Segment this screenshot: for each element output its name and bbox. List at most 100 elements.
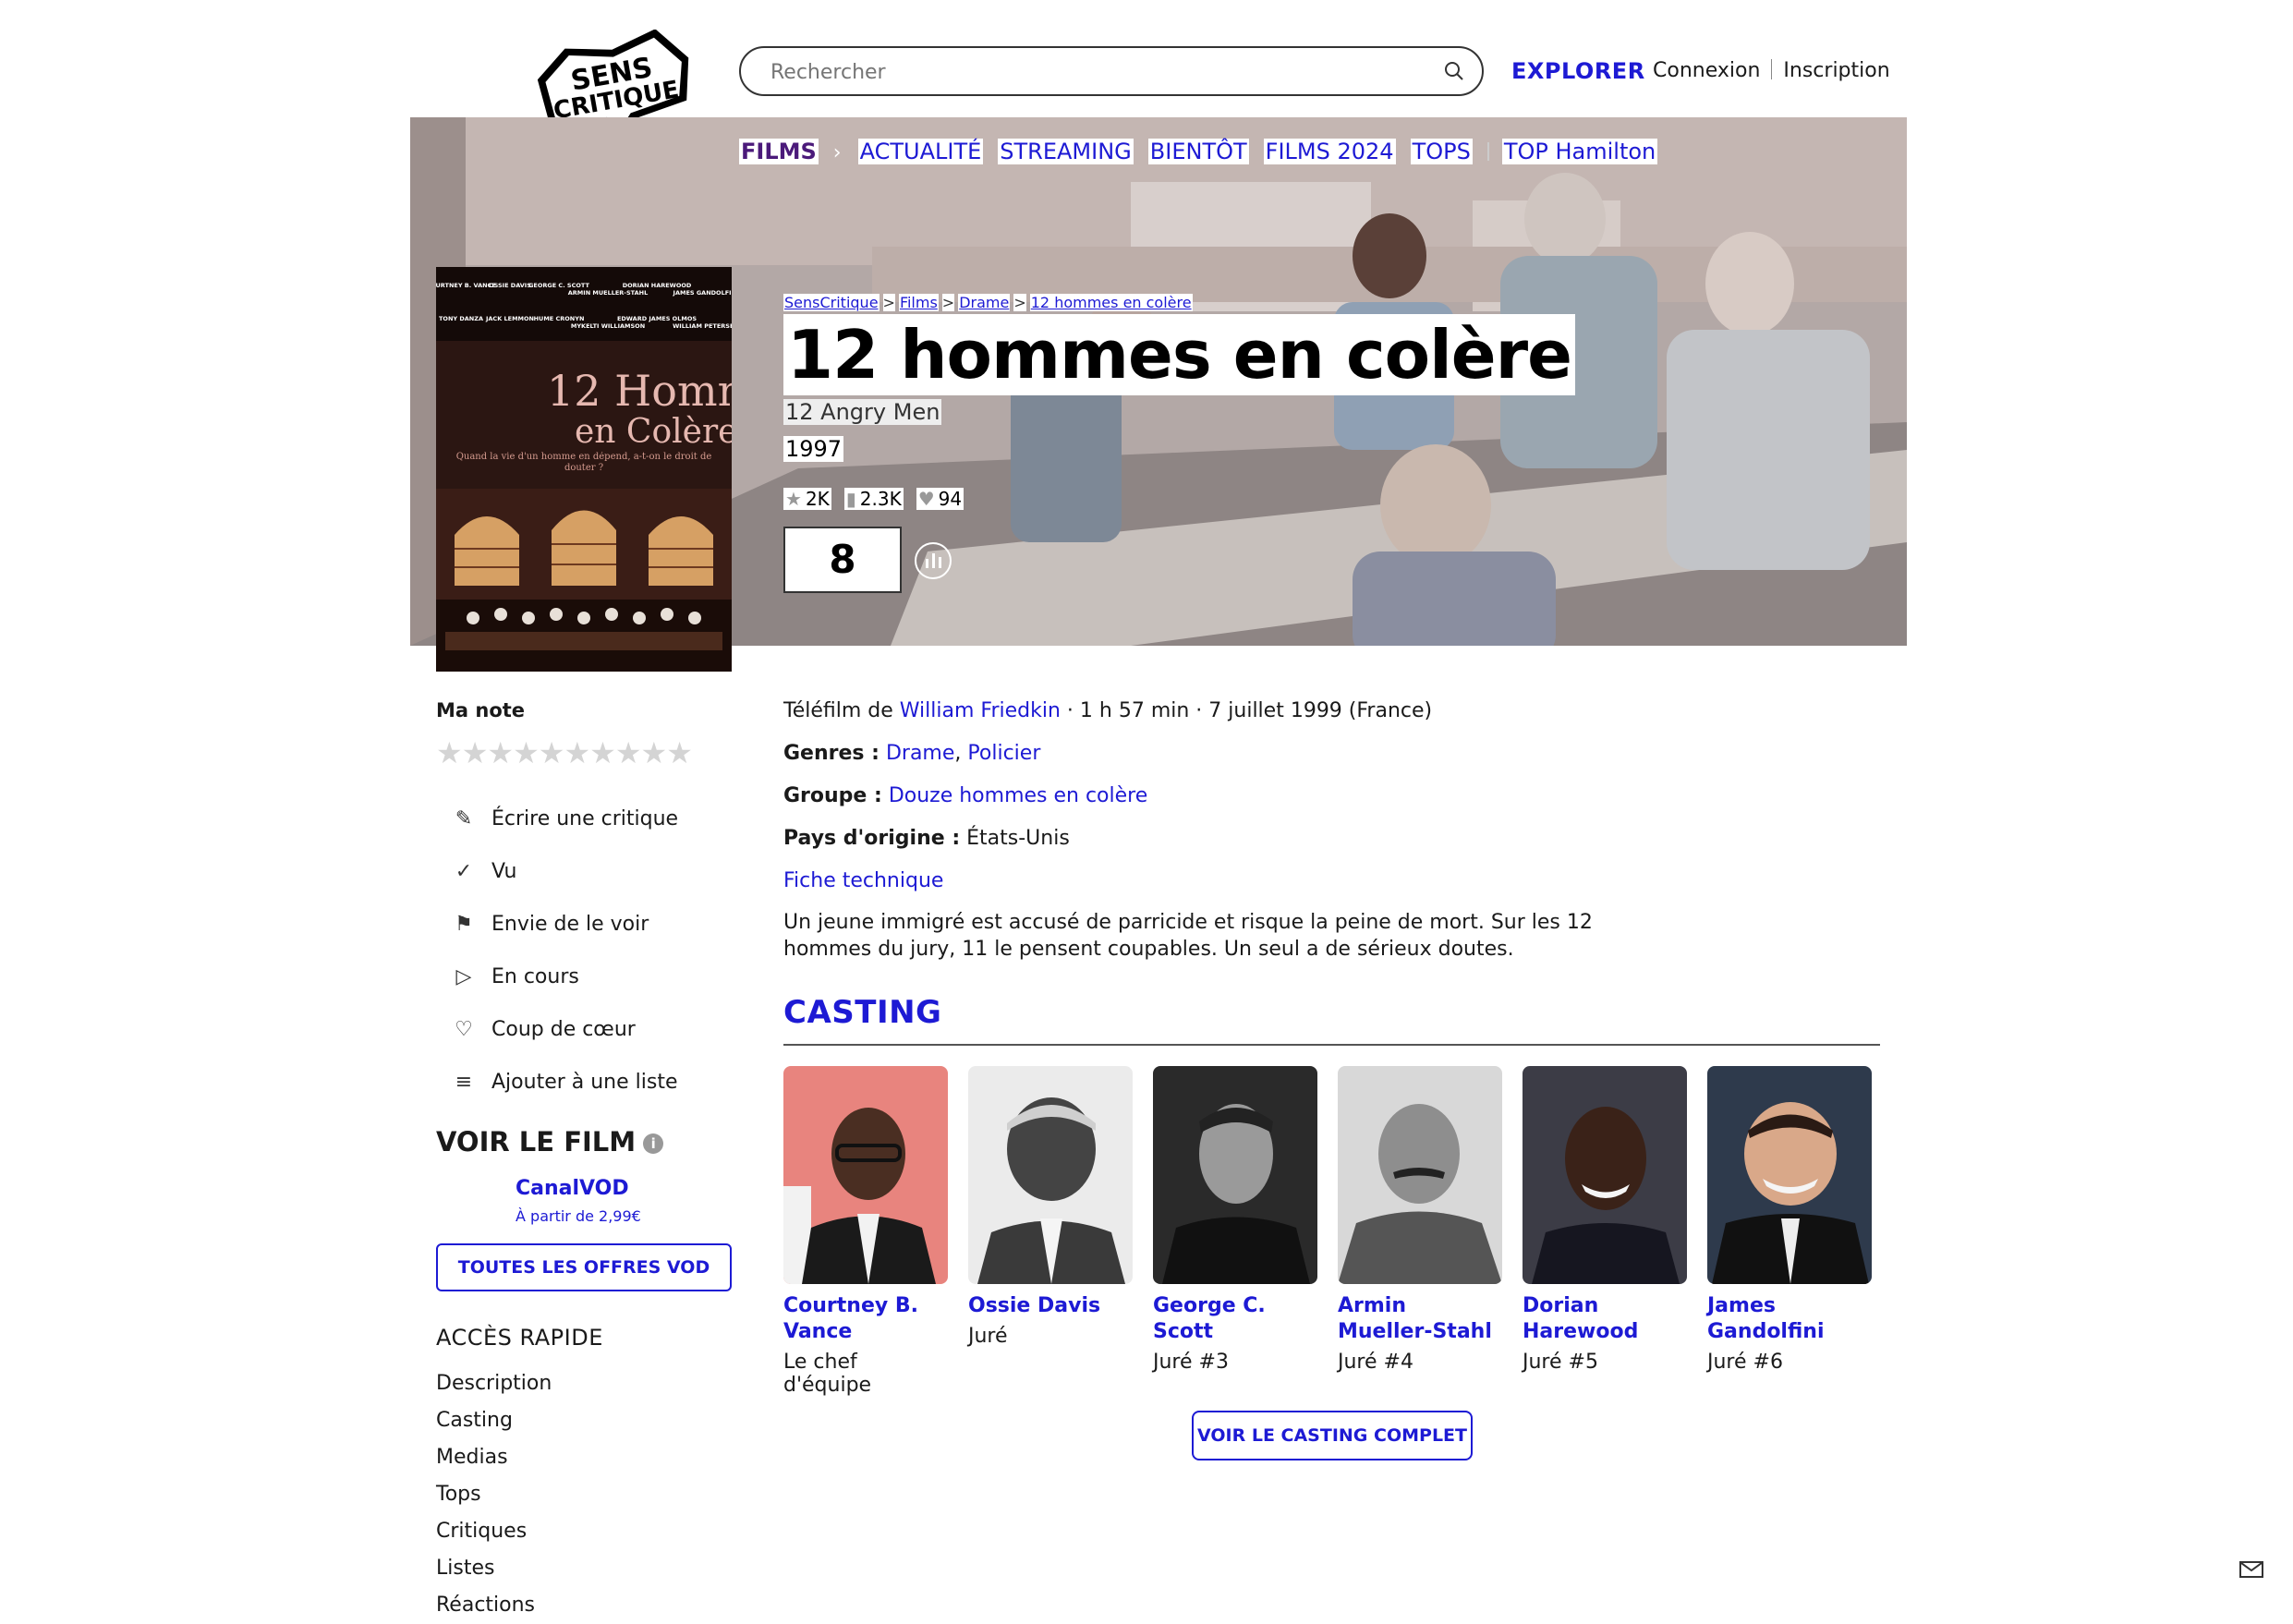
synopsis: Un jeune immigré est accusé de parricide… — [783, 911, 1593, 961]
star-icon[interactable]: ★ — [487, 735, 514, 770]
subnav-streaming[interactable]: STREAMING — [998, 139, 1134, 164]
cast-card[interactable]: Courtney B. Vance Le chef d'équipe — [783, 1066, 948, 1397]
films-subnav: FILMS › ACTUALITÉ STREAMING BIENTÔT FILMS 202… — [739, 139, 1672, 164]
director-link[interactable]: William Friedkin — [900, 699, 1061, 722]
poster-title-line1: 12 Hommes — [547, 366, 732, 416]
heart-icon: ♥ — [917, 488, 935, 510]
star-icon[interactable]: ★ — [615, 735, 642, 770]
action-want-to-see[interactable]: ⚑ Envie de le voir — [436, 898, 678, 951]
casting-divider — [783, 1044, 1880, 1046]
quick-link-listes[interactable]: Listes — [436, 1550, 552, 1587]
cast-card[interactable]: George C. Scott Juré #3 — [1153, 1066, 1317, 1374]
star-icon[interactable]: ★ — [539, 735, 565, 770]
subnav-actualite[interactable]: ACTUALITÉ — [857, 139, 984, 164]
quick-access-list: Description Casting Medias Tops Critique… — [436, 1365, 552, 1624]
average-rating: 8 — [783, 527, 902, 593]
breadcrumb-drame[interactable]: Drame — [958, 294, 1011, 311]
star-icon[interactable]: ★ — [641, 735, 668, 770]
breadcrumb-current[interactable]: 12 hommes en colère — [1029, 294, 1193, 311]
actor-name[interactable]: Ossie Davis — [968, 1293, 1133, 1319]
bookmark-icon: ⚑ — [455, 913, 473, 936]
genre-policier-link[interactable]: Policier — [967, 742, 1040, 765]
explorer-link[interactable]: EXPLORER — [1511, 58, 1645, 84]
check-icon: ✓ — [455, 860, 473, 883]
play-icon: ▷ — [455, 965, 472, 988]
subnav-films-2024[interactable]: FILMS 2024 — [1263, 139, 1396, 164]
subnav-top-hamilton[interactable]: TOP Hamilton — [1501, 139, 1658, 164]
breadcrumb-films[interactable]: Films — [898, 294, 939, 311]
cast-card[interactable]: James Gandolfini Juré #6 — [1707, 1066, 1872, 1374]
vod-price: À partir de 2,99€ — [516, 1207, 641, 1225]
subnav-bientot[interactable]: BIENTÔT — [1147, 139, 1249, 164]
actor-name[interactable]: Courtney B. Vance — [783, 1293, 948, 1345]
actor-name[interactable]: James Gandolfini — [1707, 1293, 1872, 1345]
star-icon[interactable]: ★ — [513, 735, 540, 770]
cast-card[interactable]: Dorian Harewood Juré #5 — [1523, 1066, 1687, 1374]
vod-provider-link[interactable]: CanalVOD — [516, 1177, 629, 1200]
star-icon[interactable]: ★ — [462, 735, 489, 770]
actor-name[interactable]: Armin Mueller-Stahl — [1338, 1293, 1502, 1345]
star-icon: ★ — [785, 488, 802, 510]
quick-access-heading: ACCÈS RAPIDE — [436, 1325, 603, 1351]
actor-name[interactable]: George C. Scott — [1153, 1293, 1317, 1345]
poster-cast-6: JAMES GANDOLFINI — [673, 289, 732, 297]
my-note-stars[interactable]: ★★★★★★★★★★ — [436, 735, 693, 770]
rating-distribution-icon[interactable] — [915, 542, 952, 579]
genre-drame-link[interactable]: Drame — [886, 742, 954, 765]
group-link[interactable]: Douze hommes en colère — [889, 784, 1147, 807]
star-icon[interactable]: ★ — [436, 735, 463, 770]
poster-cast-9: HUME CRONYN — [534, 315, 585, 322]
full-casting-button[interactable]: VOIR LE CASTING COMPLET — [1192, 1411, 1473, 1460]
poster-cast-10: MYKELTI WILLIAMSON — [571, 322, 645, 330]
action-add-to-list[interactable]: ≡ Ajouter à une liste — [436, 1056, 678, 1109]
cast-card[interactable]: Armin Mueller-Stahl Juré #4 — [1338, 1066, 1502, 1374]
search-input[interactable] — [769, 48, 1419, 96]
film-title: 12 hommes en colère — [783, 314, 1575, 395]
action-in-progress[interactable]: ▷ En cours — [436, 951, 678, 1003]
quick-link-casting[interactable]: Casting — [436, 1402, 552, 1439]
search-bar[interactable] — [739, 46, 1484, 96]
actor-photo — [968, 1066, 1133, 1284]
quick-link-critiques[interactable]: Critiques — [436, 1513, 552, 1550]
breadcrumb-senscritique[interactable]: SensCritique — [783, 294, 880, 311]
signup-link[interactable]: Inscription — [1783, 59, 1889, 82]
action-write-review[interactable]: ✎ Écrire une critique — [436, 793, 678, 845]
quick-link-tops[interactable]: Tops — [436, 1476, 552, 1513]
actor-role: Juré #4 — [1338, 1351, 1413, 1374]
subnav-films[interactable]: FILMS — [739, 139, 819, 164]
subnav-tops[interactable]: TOPS — [1410, 139, 1473, 164]
star-icon[interactable]: ★ — [666, 735, 693, 770]
action-label: Vu — [491, 860, 517, 883]
casting-heading: CASTING — [783, 994, 942, 1031]
film-type-line: Téléfilm de William Friedkin · 1 h 57 mi… — [783, 699, 1433, 722]
my-note-label: Ma note — [436, 699, 526, 721]
film-poster[interactable]: COURTNEY B. VANCE OSSIE DAVIS GEORGE C. … — [436, 267, 732, 672]
pencil-icon: ✎ — [455, 807, 473, 830]
action-favorite[interactable]: ♡ Coup de cœur — [436, 1003, 678, 1056]
quick-link-reactions[interactable]: Réactions — [436, 1587, 552, 1624]
mail-icon[interactable] — [2239, 1561, 2263, 1578]
info-icon[interactable]: i — [643, 1133, 664, 1154]
action-label: Ajouter à une liste — [491, 1071, 678, 1094]
breadcrumb-separator: > — [882, 294, 895, 311]
login-link[interactable]: Connexion — [1653, 59, 1760, 82]
all-vod-offers-button[interactable]: TOUTES LES OFFRES VOD — [436, 1243, 732, 1291]
actor-photo — [1707, 1066, 1872, 1284]
actor-photo — [783, 1066, 948, 1284]
search-icon[interactable] — [1443, 60, 1465, 82]
film-stats: ★ 2K ▮ 2.3K ♥ 94 — [783, 488, 977, 510]
auth-separator — [1771, 59, 1773, 79]
genres-line: Genres : Drame, Policier — [783, 742, 1041, 765]
action-seen[interactable]: ✓ Vu — [436, 845, 678, 898]
fiche-technique-link[interactable]: Fiche technique — [783, 869, 943, 892]
ratings-count: ★ 2K — [783, 488, 831, 510]
quick-link-medias[interactable]: Medias — [436, 1439, 552, 1476]
film-actions: ✎ Écrire une critique ✓ Vu ⚑ Envie de le vo… — [436, 793, 678, 1109]
action-label: En cours — [491, 965, 579, 988]
actor-name[interactable]: Dorian Harewood — [1523, 1293, 1687, 1345]
star-icon[interactable]: ★ — [564, 735, 590, 770]
cast-card[interactable]: Ossie Davis Juré — [968, 1066, 1133, 1348]
star-icon[interactable]: ★ — [589, 735, 616, 770]
quick-link-description[interactable]: Description — [436, 1365, 552, 1402]
poster-tagline: Quand la vie d'un homme en dépend, a-t-o… — [455, 452, 712, 473]
